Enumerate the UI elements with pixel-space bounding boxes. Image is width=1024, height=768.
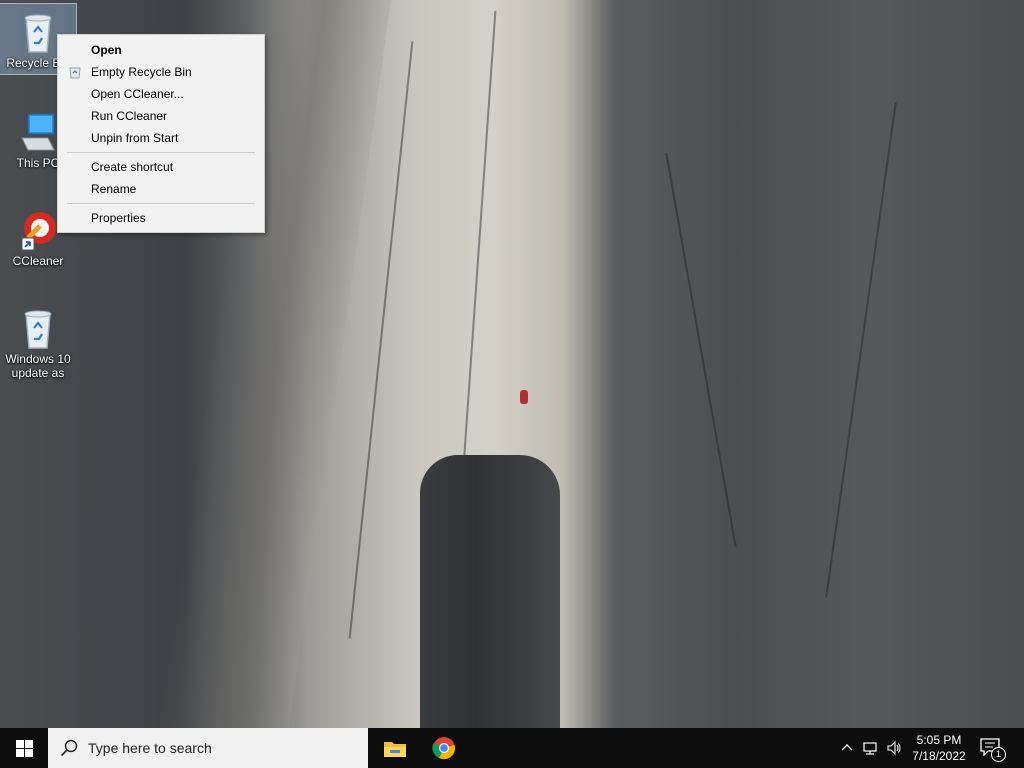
menu-item-open-ccleaner[interactable]: Open CCleaner... [58, 83, 264, 105]
menu-item-label: Run CCleaner [91, 109, 168, 123]
context-menu: Open Empty Recycle Bin Open CCleaner... … [57, 34, 265, 233]
taskbar-search-box[interactable]: Type here to search [48, 728, 368, 768]
chrome-icon [432, 737, 455, 760]
wallpaper-crack [825, 102, 897, 598]
menu-item-properties[interactable]: Properties [58, 207, 264, 229]
action-center-button[interactable]: 1 [980, 738, 1006, 762]
windows-logo-icon [16, 740, 33, 757]
menu-item-label: Create shortcut [91, 160, 174, 174]
computer-icon [21, 113, 55, 151]
notification-badge: 1 [991, 747, 1006, 762]
taskbar-clock[interactable]: 5:05 PM 7/18/2022 [904, 732, 974, 764]
show-hidden-icons-chevron-icon[interactable] [839, 740, 855, 756]
desktop-icon-label: This PC [16, 156, 60, 170]
clock-time: 5:05 PM [916, 733, 962, 747]
recycle-bin-small-icon [69, 67, 81, 79]
desktop-icon-label: CCleaner [12, 254, 64, 268]
menu-item-unpin-from-start[interactable]: Unpin from Start [58, 127, 264, 149]
taskbar: Type here to search 5:05 PM 7/18/2022 1 [0, 728, 1024, 768]
wallpaper-climber [520, 390, 528, 404]
recycle-bin-icon [24, 14, 52, 53]
menu-item-label: Unpin from Start [91, 131, 179, 145]
menu-item-label: Open [91, 43, 122, 57]
taskbar-app-file-explorer[interactable] [371, 728, 419, 768]
menu-item-label: Open CCleaner... [91, 87, 184, 101]
search-icon [60, 739, 78, 757]
menu-item-create-shortcut[interactable]: Create shortcut [58, 156, 264, 178]
wallpaper-crack [665, 152, 737, 548]
menu-item-open[interactable]: Open [58, 39, 264, 61]
menu-item-label: Empty Recycle Bin [91, 65, 192, 79]
search-placeholder: Type here to search [88, 740, 212, 756]
start-button[interactable] [0, 728, 48, 768]
network-icon[interactable] [862, 740, 878, 756]
recycle-bin-icon [24, 310, 52, 349]
menu-item-label: Rename [91, 182, 137, 196]
menu-item-rename[interactable]: Rename [58, 178, 264, 200]
menu-item-empty-recycle-bin[interactable]: Empty Recycle Bin [58, 61, 264, 83]
clock-date: 7/18/2022 [912, 749, 966, 763]
wallpaper-rock-pillar [420, 455, 560, 728]
menu-item-run-ccleaner[interactable]: Run CCleaner [58, 105, 264, 127]
menu-separator [67, 152, 255, 153]
taskbar-app-chrome[interactable] [420, 728, 468, 768]
volume-icon[interactable] [886, 740, 902, 756]
ccleaner-icon [21, 212, 56, 251]
menu-item-label: Properties [91, 211, 146, 225]
file-explorer-icon [384, 742, 406, 757]
desktop-icon-label: Windows 10 update as [5, 352, 71, 380]
menu-separator [67, 203, 255, 204]
desktop-icon-windows-update[interactable]: Windows 10 update as [0, 300, 76, 380]
